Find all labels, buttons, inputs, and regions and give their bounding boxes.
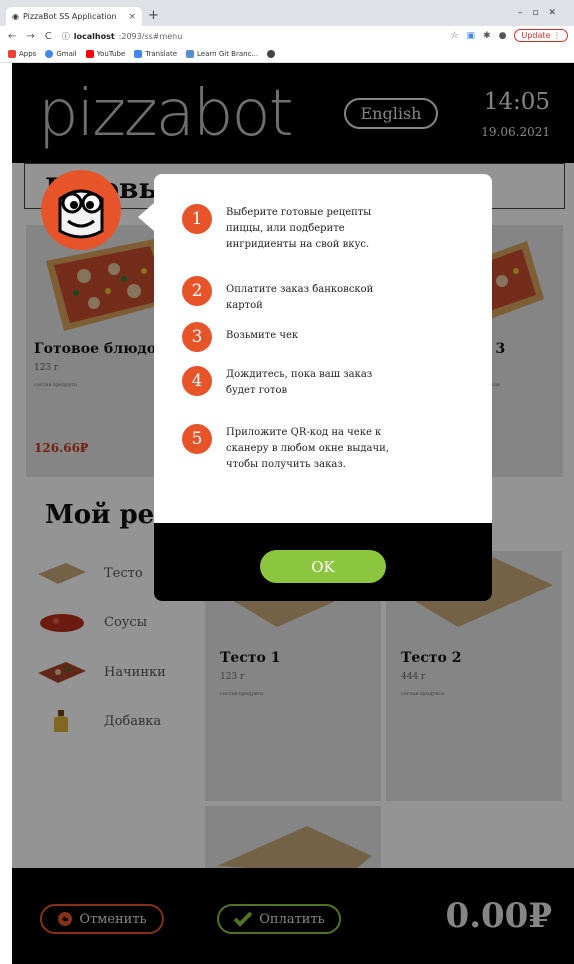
instruction-step: 1 Выберите готовые рецепты пиццы, или по… bbox=[182, 204, 396, 253]
globe-icon bbox=[267, 50, 276, 58]
back-icon[interactable]: ← bbox=[8, 31, 16, 42]
tab-title: PizzaBot SS Application bbox=[22, 12, 117, 21]
instruction-step: 5 Приложите QR-код на чеке к сканеру в л… bbox=[182, 424, 396, 473]
step-number: 2 bbox=[182, 276, 212, 306]
star-icon[interactable]: ☆ bbox=[450, 31, 458, 41]
instruction-step: 4 Дождитесь, пока ваш заказ будет готов bbox=[182, 366, 396, 399]
step-text: Дождитесь, пока ваш заказ будет готов bbox=[226, 369, 373, 396]
url-host: localhost bbox=[73, 31, 115, 41]
pizzabot-mascot-icon bbox=[41, 170, 121, 250]
url-field[interactable]: ⓘ localhost:2093/ss#menu bbox=[62, 31, 183, 42]
update-label: Update bbox=[521, 31, 551, 40]
bookmark-label: Translate bbox=[145, 50, 178, 58]
update-button[interactable]: Update ⋮ bbox=[514, 29, 568, 42]
bookmark-learn-git[interactable]: Learn Git Branc... bbox=[186, 50, 258, 58]
git-icon bbox=[186, 50, 195, 58]
step-text: Оплатите заказ банковской картой bbox=[226, 284, 374, 311]
bookmark-gmail[interactable]: Gmail bbox=[45, 50, 77, 58]
window-controls[interactable]: –▫✕ bbox=[518, 8, 566, 18]
url-path: :2093/ss#menu bbox=[118, 31, 183, 41]
tab-close-icon[interactable]: × bbox=[128, 12, 136, 22]
step-number: 5 bbox=[182, 424, 212, 454]
bookmark-label: Gmail bbox=[56, 50, 77, 58]
forward-icon[interactable]: → bbox=[26, 31, 34, 42]
reload-icon[interactable]: C bbox=[45, 31, 52, 42]
step-number: 4 bbox=[182, 366, 212, 396]
translate-icon bbox=[134, 50, 143, 58]
instruction-step: 2 Оплатите заказ банковской картой bbox=[182, 276, 396, 314]
ok-button[interactable]: OK bbox=[260, 550, 386, 583]
bookmark-translate[interactable]: Translate bbox=[134, 50, 177, 58]
google-icon bbox=[45, 50, 54, 58]
translate-icon[interactable]: ▣ bbox=[467, 31, 476, 41]
modal-pointer bbox=[138, 203, 154, 231]
info-icon: ⓘ bbox=[61, 31, 70, 41]
address-bar: ← → C ⓘ localhost:2093/ss#menu ☆ ▣ ✱ ● U… bbox=[0, 26, 574, 46]
browser-tab[interactable]: ◉ PizzaBot SS Application × bbox=[6, 7, 142, 26]
pizzabot-app: pizzabot English 14:05 19.06.2021 Готовы… bbox=[12, 63, 574, 964]
bookmark-apps[interactable]: Apps bbox=[8, 50, 36, 58]
new-tab-button[interactable]: + bbox=[148, 8, 159, 23]
extensions-icon[interactable]: ✱ bbox=[483, 31, 491, 41]
bookmark-youtube[interactable]: YouTube bbox=[85, 50, 126, 58]
bookmark-extra[interactable] bbox=[267, 50, 276, 58]
step-text: Приложите QR-код на чеке к сканеру в люб… bbox=[226, 427, 389, 470]
profile-icon[interactable]: ● bbox=[499, 31, 507, 41]
modal-footer: OK bbox=[154, 523, 492, 601]
instruction-step: 3 Возьмите чек bbox=[182, 322, 396, 352]
chrome-icon: ◉ bbox=[12, 12, 19, 21]
bookmark-label: YouTube bbox=[96, 50, 126, 58]
step-text: Возьмите чек bbox=[226, 330, 299, 341]
browser-tab-strip: ◉ PizzaBot SS Application × + –▫✕ bbox=[0, 0, 574, 26]
step-number: 3 bbox=[182, 322, 212, 352]
apps-icon bbox=[8, 50, 16, 58]
bookmark-label: Learn Git Branc... bbox=[197, 50, 259, 58]
step-text: Выберите готовые рецепты пиццы, или подб… bbox=[226, 207, 372, 250]
instructions-modal: 1 Выберите готовые рецепты пиццы, или по… bbox=[154, 174, 492, 601]
youtube-icon bbox=[85, 50, 94, 58]
bookmark-label: Apps bbox=[19, 50, 37, 58]
bookmarks-bar: Apps Gmail YouTube Translate Learn Git B… bbox=[0, 46, 574, 63]
step-number: 1 bbox=[182, 204, 212, 234]
